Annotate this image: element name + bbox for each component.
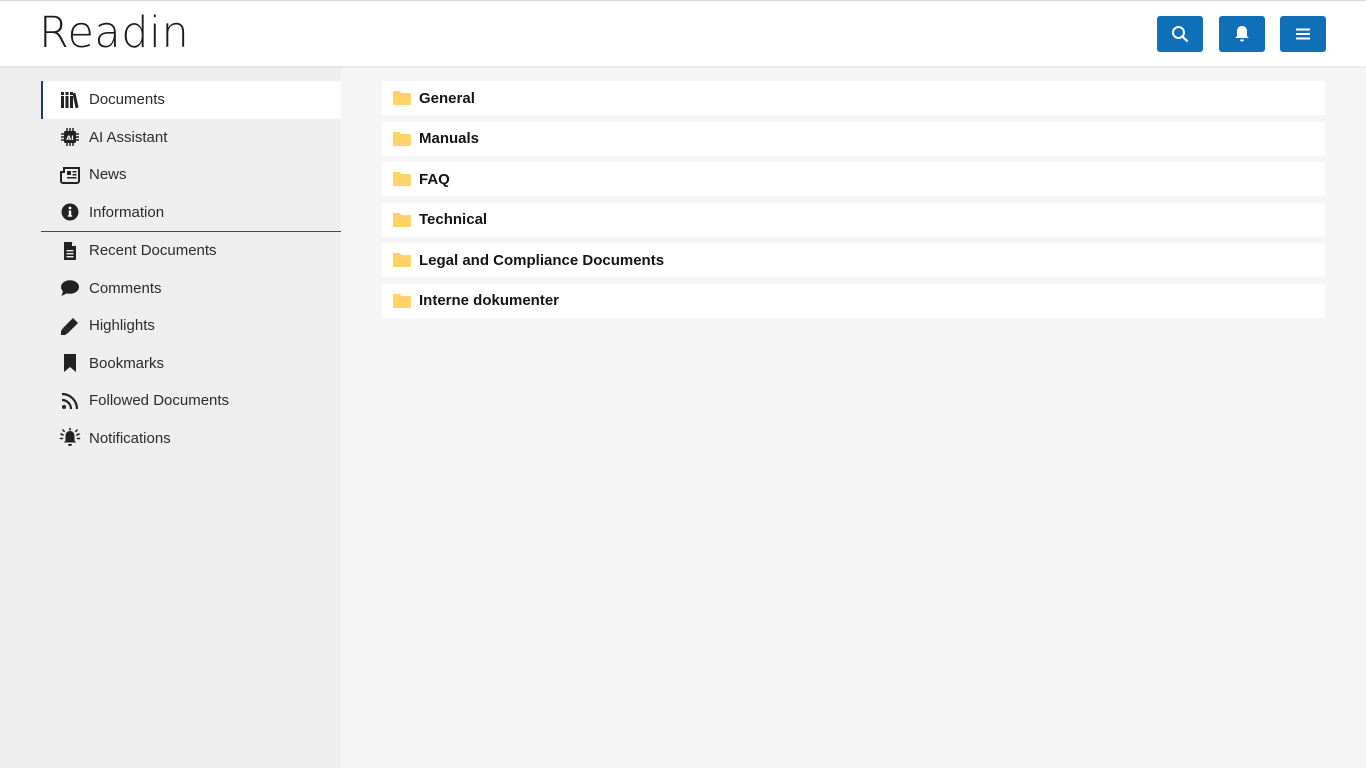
bookmark-icon — [59, 352, 81, 374]
folder-label: Manuals — [419, 130, 480, 147]
folder-icon — [393, 253, 411, 267]
folder-label: FAQ — [419, 170, 450, 188]
svg-text:AI: AI — [66, 134, 73, 142]
bell-icon — [1235, 26, 1249, 42]
folder-icon — [393, 131, 411, 146]
folder-row-manuals[interactable]: Manuals — [382, 121, 1325, 156]
sidebar-primary-nav: Documents AI AI Assistant News Informati… — [41, 81, 341, 457]
folder-label: Interne dokumenter — [419, 292, 560, 309]
library-icon — [59, 89, 81, 111]
info-icon — [59, 201, 81, 223]
sidebar-item-news[interactable]: News — [41, 156, 341, 194]
sidebar-item-label: News — [89, 166, 127, 184]
menu-icon — [1296, 28, 1310, 40]
comment-icon — [59, 277, 81, 299]
search-icon — [1172, 26, 1189, 43]
folder-list: General Manuals FAQ Technical Legal and … — [382, 81, 1325, 324]
folder-icon — [393, 91, 411, 105]
sidebar-item-notifications[interactable]: Notifications — [41, 420, 341, 458]
alarm-bell-icon — [59, 427, 81, 449]
highlighter-icon — [59, 315, 81, 337]
sidebar-item-label: Documents — [89, 91, 165, 109]
folder-label: Technical — [419, 211, 488, 228]
folder-icon — [393, 293, 411, 308]
menu-button[interactable] — [1280, 16, 1326, 52]
folder-label: General — [419, 89, 475, 107]
sidebar-item-label: AI Assistant — [89, 128, 168, 146]
search-button[interactable] — [1157, 16, 1203, 52]
folder-row-legal-compliance[interactable]: Legal and Compliance Documents — [382, 243, 1325, 277]
notifications-button[interactable] — [1219, 16, 1265, 52]
sidebar-item-information[interactable]: Information — [41, 194, 341, 232]
folder-label: Legal and Compliance Documents — [419, 251, 665, 269]
sidebar-item-label: Recent Documents — [89, 242, 217, 260]
sidebar-item-label: Information — [89, 203, 165, 221]
sidebar-item-ai-assistant[interactable]: AI AI Assistant — [41, 119, 341, 157]
newspaper-icon — [59, 164, 81, 186]
sidebar-item-documents[interactable]: Documents — [41, 81, 341, 119]
folder-row-faq[interactable]: FAQ — [382, 162, 1325, 196]
sidebar-item-label: Notifications — [89, 429, 171, 447]
sidebar-item-comments[interactable]: Comments — [41, 270, 341, 308]
sidebar-item-label: Comments — [89, 279, 162, 297]
folder-row-interne-dokumenter[interactable]: Interne dokumenter — [382, 283, 1325, 318]
sidebar-item-recent-documents[interactable]: Recent Documents — [41, 232, 341, 270]
sidebar-item-label: Bookmarks — [89, 354, 165, 372]
sidebar-item-bookmarks[interactable]: Bookmarks — [41, 345, 341, 383]
sidebar-item-label: Followed Documents — [89, 392, 230, 410]
folder-row-technical[interactable]: Technical — [382, 202, 1325, 237]
sidebar: Documents AI AI Assistant News Informati… — [0, 66, 341, 768]
sidebar-item-highlights[interactable]: Highlights — [41, 307, 341, 345]
sidebar-item-followed-documents[interactable]: Followed Documents — [41, 382, 341, 420]
top-header: Readin — [0, 0, 1366, 66]
sidebar-item-label: Highlights — [89, 317, 155, 335]
ai-chip-icon: AI — [59, 126, 81, 148]
folder-icon — [393, 212, 411, 227]
file-icon — [59, 240, 81, 262]
folder-row-general[interactable]: General — [382, 81, 1325, 115]
folder-icon — [393, 172, 411, 186]
app-logo[interactable]: Readin — [39, 7, 189, 59]
rss-icon — [59, 390, 81, 412]
